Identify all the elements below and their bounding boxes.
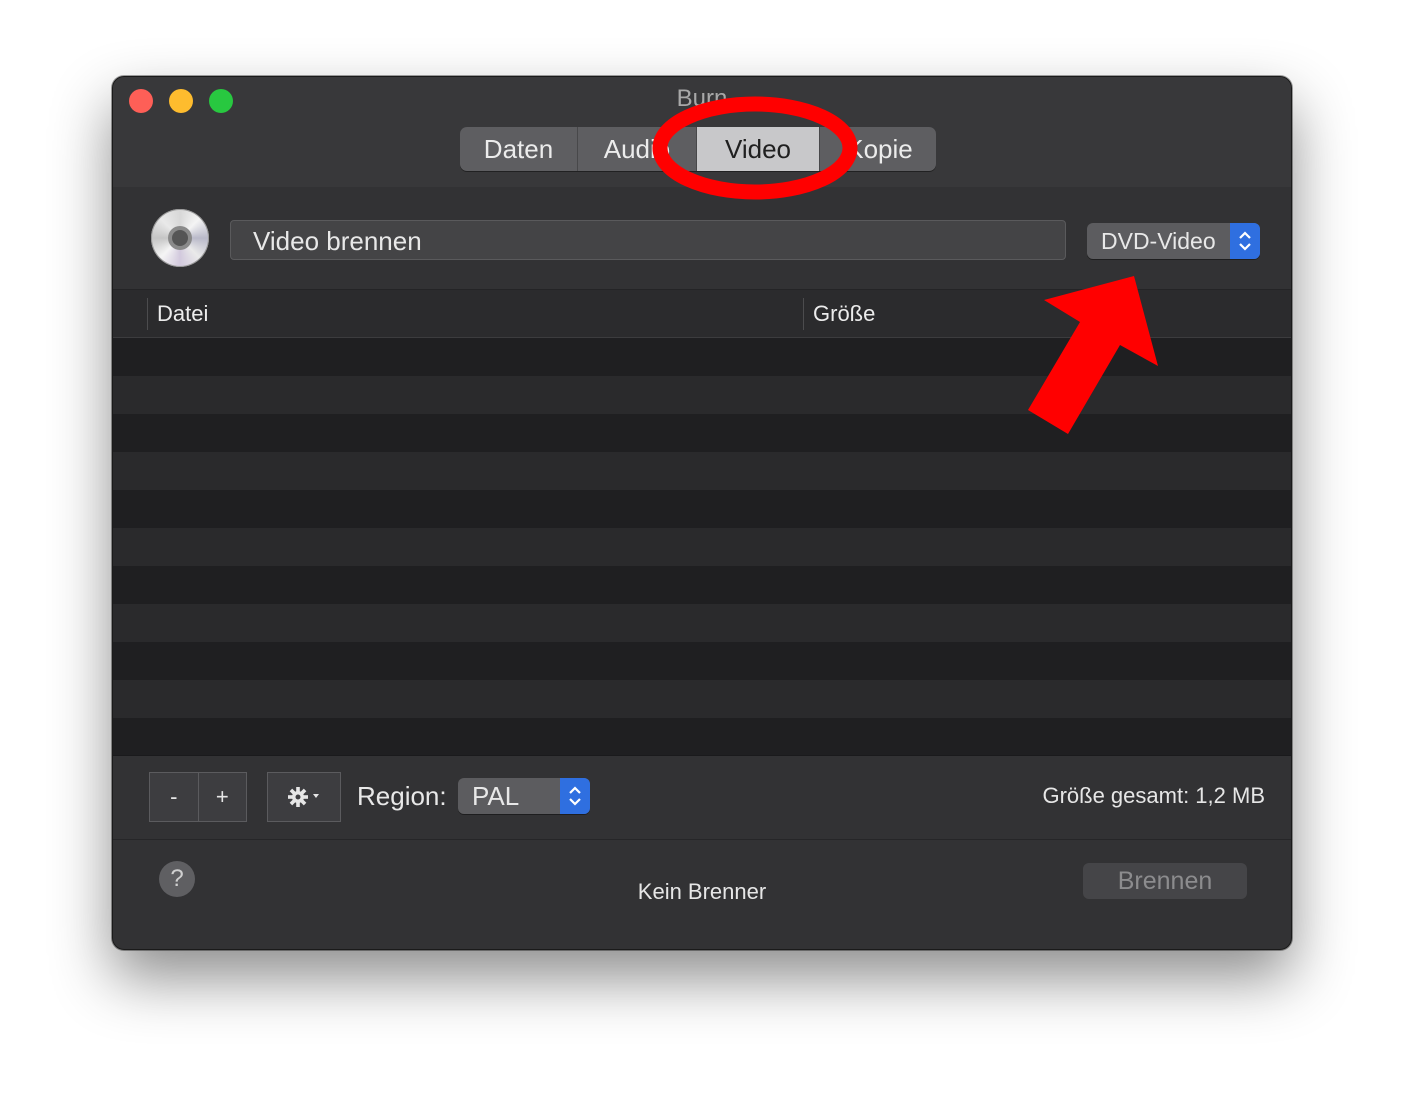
gear-icon: [288, 787, 319, 807]
mode-tabs: Daten Audio Video Kopie: [460, 127, 936, 171]
remove-file-button[interactable]: -: [150, 773, 198, 821]
disc-header: Video brennen DVD-Video: [113, 187, 1291, 290]
updown-chevron-icon: [1230, 223, 1260, 259]
table-row[interactable]: [113, 452, 1291, 490]
table-row[interactable]: [113, 338, 1291, 376]
updown-chevron-icon: [560, 778, 590, 814]
tab-video[interactable]: Video: [697, 127, 820, 171]
region-label: Region:: [357, 781, 447, 811]
table-row[interactable]: [113, 490, 1291, 528]
column-header-datei[interactable]: Datei: [157, 290, 208, 337]
table-row[interactable]: [113, 376, 1291, 414]
table-row[interactable]: [113, 718, 1291, 756]
table-row[interactable]: [113, 642, 1291, 680]
window-title: Burn: [676, 85, 728, 112]
title-bar: Burn Daten Audio Video Kopie: [113, 77, 1291, 188]
tab-daten[interactable]: Daten: [460, 127, 578, 171]
action-menu-button[interactable]: [267, 772, 341, 822]
table-header: Datei Größe: [113, 290, 1291, 338]
disc-name-input[interactable]: Video brennen: [230, 220, 1066, 260]
add-file-button[interactable]: +: [197, 773, 247, 821]
table-row[interactable]: [113, 604, 1291, 642]
file-list[interactable]: [113, 338, 1291, 756]
region-select-value: PAL: [472, 781, 520, 811]
table-row[interactable]: [113, 528, 1291, 566]
format-select[interactable]: DVD-Video: [1087, 223, 1260, 259]
tab-kopie[interactable]: Kopie: [820, 127, 936, 171]
total-size: Größe gesamt: 1,2 MB: [1042, 783, 1265, 808]
column-header-groesse[interactable]: Größe: [813, 290, 875, 337]
tab-audio[interactable]: Audio: [578, 127, 697, 171]
table-row[interactable]: [113, 414, 1291, 452]
burn-button[interactable]: Brennen: [1083, 863, 1247, 899]
table-row[interactable]: [113, 566, 1291, 604]
region-select[interactable]: PAL: [458, 778, 590, 814]
format-select-value: DVD-Video: [1101, 228, 1216, 254]
column-divider: [803, 298, 804, 330]
burn-window: Burn Daten Audio Video Kopie Video brenn…: [112, 76, 1292, 950]
add-remove-buttons: - +: [149, 772, 247, 822]
column-divider: [147, 298, 148, 330]
table-row[interactable]: [113, 680, 1291, 718]
disc-icon: [151, 209, 209, 267]
bottom-toolbar: - + Region: PAL Größe gesamt: 1,2 MB: [113, 755, 1291, 840]
